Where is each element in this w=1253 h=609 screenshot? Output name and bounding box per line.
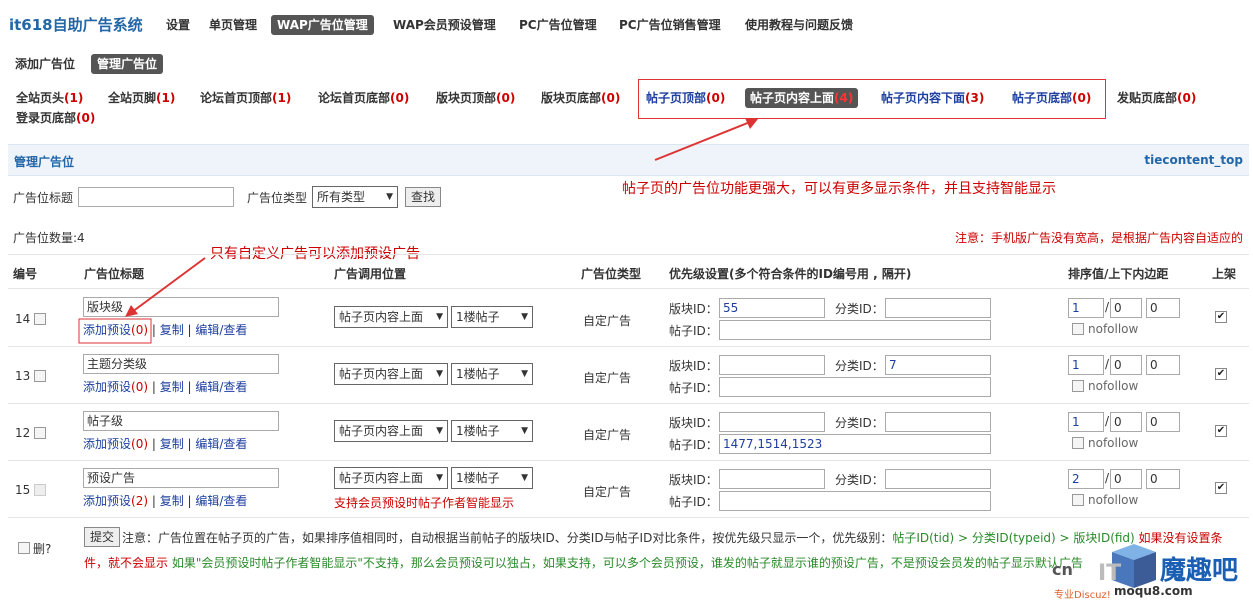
watermark-brand: 魔趣吧 — [1160, 556, 1239, 586]
watermark-sub: 专业Discuz! — [1054, 590, 1111, 601]
watermark-logo: IT cn 魔趣吧 moqu8.com 专业Discuz! — [1052, 540, 1252, 606]
watermark-site: moqu8.com — [1114, 584, 1193, 598]
annotation-arrows — [78, 118, 758, 344]
svg-text:IT: IT — [1098, 561, 1121, 586]
